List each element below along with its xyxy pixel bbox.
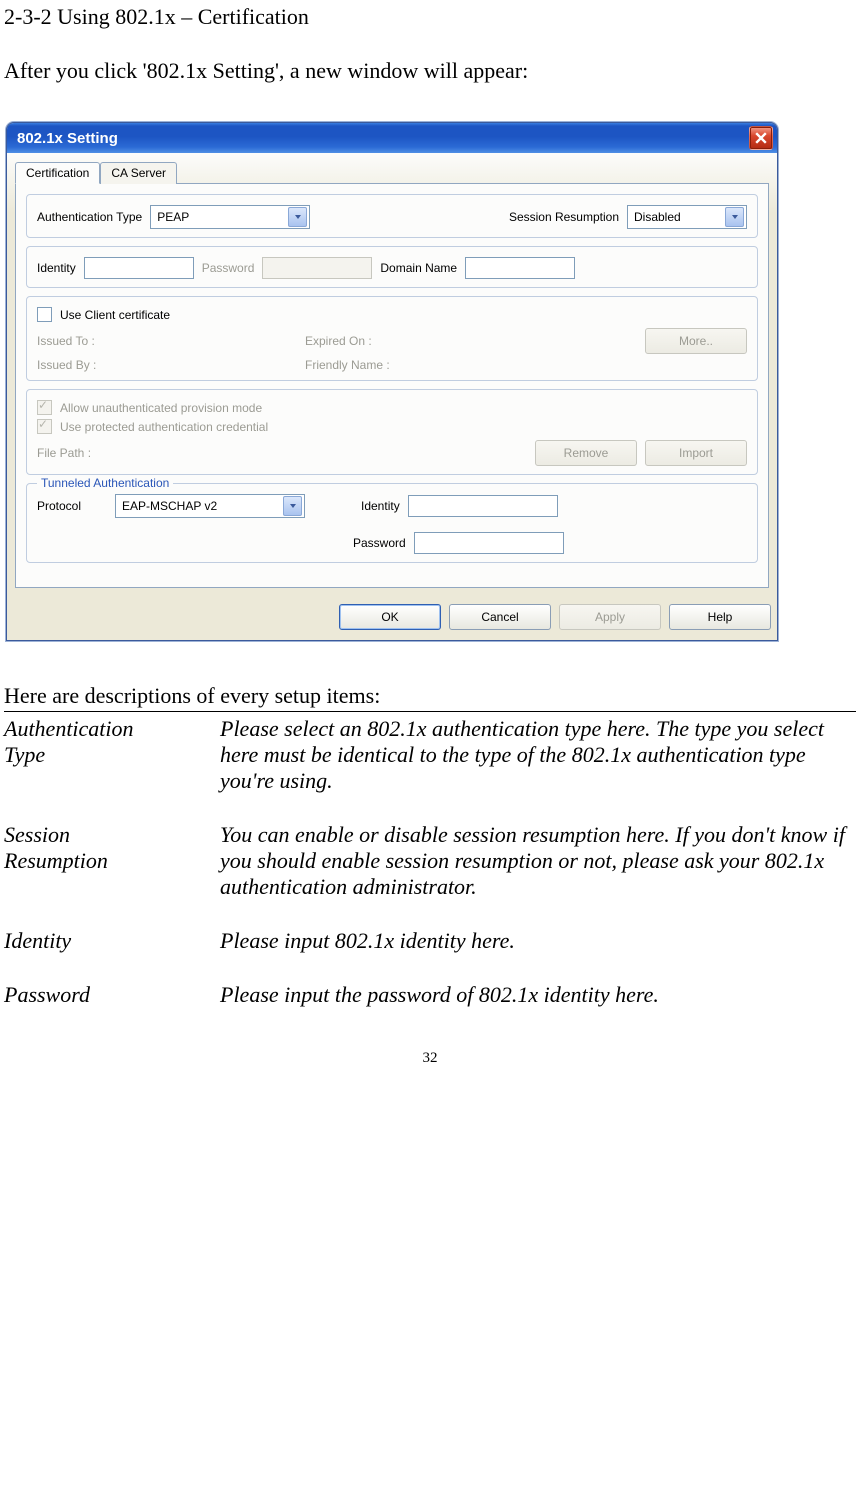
password-label: Password: [202, 261, 255, 275]
tabstrip: Certification CA Server: [15, 161, 769, 183]
session-resumption-value: Disabled: [634, 210, 681, 224]
section-heading: 2-3-2 Using 802.1x – Certification: [4, 4, 856, 30]
tab-certification[interactable]: Certification: [15, 162, 100, 184]
titlebar: 802.1x Setting: [7, 123, 777, 153]
tunnel-identity-label: Identity: [361, 499, 400, 513]
desc-text-session: You can enable or disable session resump…: [220, 822, 856, 928]
cancel-button[interactable]: Cancel: [449, 604, 551, 630]
friendly-name-label: Friendly Name :: [305, 358, 390, 372]
auth-type-label: Authentication Type: [37, 210, 142, 224]
table-row: Authentication Type Please select an 802…: [4, 716, 856, 822]
intro-text: After you click '802.1x Setting', a new …: [4, 58, 856, 84]
chevron-down-icon: [283, 496, 302, 516]
issued-by-label: Issued By :: [37, 358, 297, 372]
domain-name-label: Domain Name: [380, 261, 457, 275]
auth-type-select[interactable]: PEAP: [150, 205, 310, 229]
group-provision: Allow unauthenticated provision mode Use…: [26, 389, 758, 475]
table-row: Password Please input the password of 80…: [4, 982, 856, 1036]
desc-term-password: Password: [4, 982, 220, 1036]
desc-text-auth: Please select an 802.1x authentication t…: [220, 716, 856, 822]
desc-term-auth: Authentication Type: [4, 716, 220, 822]
use-protected-checkbox: [37, 419, 52, 434]
desc-term-session: Session Resumption: [4, 822, 220, 928]
domain-name-input[interactable]: [465, 257, 575, 279]
tab-panel-certification: Authentication Type PEAP Session Resumpt…: [15, 183, 769, 588]
auth-type-value: PEAP: [157, 210, 189, 224]
expired-on-label: Expired On :: [305, 334, 637, 348]
group-auth-session: Authentication Type PEAP Session Resumpt…: [26, 194, 758, 238]
close-button[interactable]: [749, 126, 773, 150]
tunnel-protocol-label: Protocol: [37, 499, 107, 513]
import-button: Import: [645, 440, 747, 466]
session-resumption-select[interactable]: Disabled: [627, 205, 747, 229]
close-icon: [755, 132, 767, 144]
table-row: Identity Please input 802.1x identity he…: [4, 928, 856, 982]
desc-text-identity: Please input 802.1x identity here.: [220, 928, 856, 982]
help-button[interactable]: Help: [669, 604, 771, 630]
more-button: More..: [645, 328, 747, 354]
desc-term-identity: Identity: [4, 928, 220, 982]
apply-button: Apply: [559, 604, 661, 630]
file-path-label: File Path :: [37, 446, 97, 460]
identity-input[interactable]: [84, 257, 194, 279]
allow-unauth-checkbox: [37, 400, 52, 415]
tunnel-identity-input[interactable]: [408, 495, 558, 517]
tunnel-protocol-select[interactable]: EAP-MSCHAP v2: [115, 494, 305, 518]
session-resumption-label: Session Resumption: [509, 210, 619, 224]
descriptions-intro: Here are descriptions of every setup ite…: [4, 683, 856, 709]
group-client-cert: Use Client certificate Issued To : Expir…: [26, 296, 758, 381]
use-client-cert-label: Use Client certificate: [60, 308, 170, 322]
descriptions-table: Authentication Type Please select an 802…: [4, 716, 856, 1036]
tab-ca-server[interactable]: CA Server: [100, 162, 177, 184]
use-protected-label: Use protected authentication credential: [60, 420, 268, 434]
remove-button: Remove: [535, 440, 637, 466]
issued-to-label: Issued To :: [37, 334, 297, 348]
divider: [4, 711, 856, 712]
tunnel-protocol-value: EAP-MSCHAP v2: [122, 499, 217, 513]
chevron-down-icon: [725, 207, 744, 227]
tunnel-password-input[interactable]: [414, 532, 564, 554]
allow-unauth-label: Allow unauthenticated provision mode: [60, 401, 262, 415]
use-client-cert-checkbox[interactable]: [37, 307, 52, 322]
identity-label: Identity: [37, 261, 76, 275]
page-number: 32: [4, 1036, 856, 1067]
ok-button[interactable]: OK: [339, 604, 441, 630]
password-input: [262, 257, 372, 279]
dialog-buttonbar: OK Cancel Apply Help: [7, 594, 777, 640]
chevron-down-icon: [288, 207, 307, 227]
table-row: Session Resumption You can enable or dis…: [4, 822, 856, 928]
window-title: 802.1x Setting: [17, 130, 118, 147]
tunnel-password-label: Password: [353, 536, 406, 550]
dialog-8021x-setting: 802.1x Setting Certification CA Server A…: [6, 122, 778, 641]
group-tunneled-auth: Protocol EAP-MSCHAP v2 Identity Password: [26, 483, 758, 563]
group-identity: Identity Password Domain Name: [26, 246, 758, 288]
desc-text-password: Please input the password of 802.1x iden…: [220, 982, 856, 1036]
